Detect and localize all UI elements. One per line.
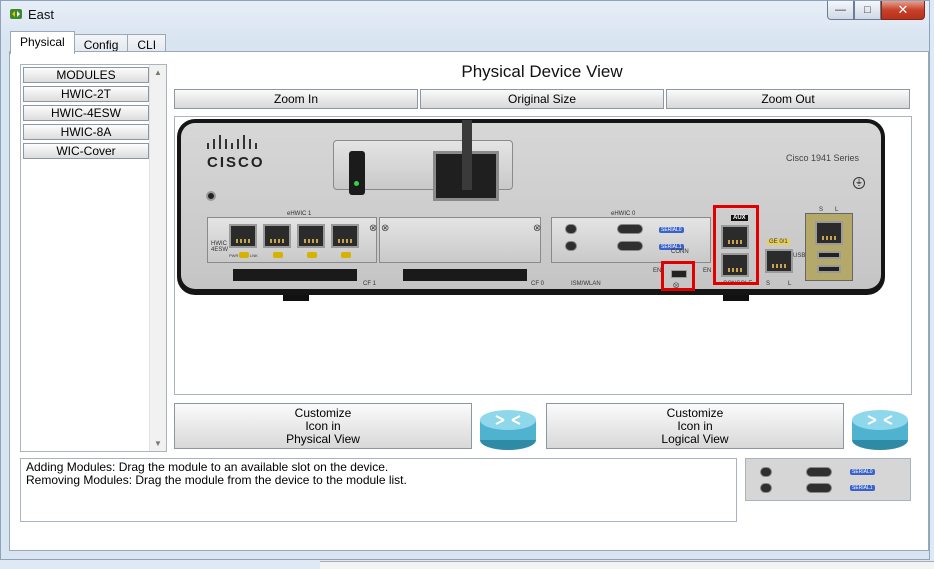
blank-slot-plate <box>379 217 541 263</box>
wic-led-block <box>565 224 577 234</box>
switch-port-4[interactable] <box>331 224 359 248</box>
ge00-port[interactable] <box>815 221 843 245</box>
device-window: East — □ ✕ Physical Config CLI MODULES H… <box>0 0 930 560</box>
highlight-usb-console <box>661 261 695 291</box>
screw-icon: ⊗ <box>369 223 378 234</box>
screw-icon: ⊗ <box>381 223 390 234</box>
l-label-ge00: L <box>835 207 839 213</box>
cf1-label: CF 1 <box>363 281 377 287</box>
module-preview-thumbnail: SERIAL0 SERIAL1 <box>745 458 911 501</box>
preview-serial-port <box>806 483 832 493</box>
info-line-removing: Removing Modules: Drag the module from t… <box>26 473 407 487</box>
minimize-icon: — <box>835 4 846 16</box>
module-hwic-2t[interactable]: HWIC-2T <box>23 86 149 102</box>
conn-label: CONN <box>671 249 689 255</box>
original-size-button[interactable]: Original Size <box>420 89 664 109</box>
wic-led-block <box>565 241 577 251</box>
port-led <box>273 252 283 258</box>
cf0-slot <box>403 269 527 281</box>
led-label-lnk: LNK <box>250 253 258 258</box>
s-label: S <box>766 281 771 287</box>
physical-panel: MODULES HWIC-2T HWIC-4ESW HWIC-8A WIC-Co… <box>9 51 929 551</box>
power-switch-led-icon <box>354 181 359 186</box>
scroll-up-icon[interactable]: ▲ <box>154 68 162 77</box>
serial-port-1[interactable] <box>617 241 643 251</box>
router-physical-icon[interactable] <box>478 402 538 452</box>
router-foot <box>723 295 749 301</box>
customize-logical-button[interactable]: Customize Icon in Logical View <box>546 403 844 449</box>
zoom-in-button[interactable]: Zoom In <box>174 89 418 109</box>
highlight-aux-console <box>713 205 759 285</box>
usb-label: USB <box>793 253 806 259</box>
ehwic0-label: eHWIC 0 <box>611 211 636 217</box>
module-info-box: Adding Modules: Drag the module to an av… <box>20 458 737 522</box>
router-logical-icon[interactable] <box>850 402 910 452</box>
ism-label: ISM/WLAN <box>571 281 601 287</box>
scroll-down-icon[interactable]: ▼ <box>154 439 162 448</box>
module-wic-cover[interactable]: WIC-Cover <box>23 143 149 159</box>
cf0-label: CF 0 <box>531 281 545 287</box>
switch-port-1[interactable] <box>229 224 257 248</box>
serial-port-0[interactable] <box>617 224 643 234</box>
maximize-button[interactable]: □ <box>854 1 881 20</box>
close-icon: ✕ <box>897 2 909 17</box>
ge01-label: GE 0/1 <box>767 239 790 245</box>
usb-port-2[interactable] <box>817 265 841 273</box>
customize-physical-button[interactable]: Customize Icon in Physical View <box>174 403 472 449</box>
window-title: East <box>28 7 55 22</box>
s-label-ge00: S <box>819 207 824 213</box>
port-led <box>239 252 249 258</box>
switch-port-2[interactable] <box>263 224 291 248</box>
preview-led-block <box>760 483 772 493</box>
module-list-scrollbar[interactable]: ▲ ▼ <box>149 65 166 451</box>
module-hwic-8a[interactable]: HWIC-8A <box>23 124 149 140</box>
router-foot <box>283 295 309 301</box>
power-switch[interactable] <box>349 151 365 195</box>
module-list-header: MODULES <box>23 67 149 83</box>
serial0-label: SERIAL0 <box>659 227 684 233</box>
close-button[interactable]: ✕ <box>881 1 925 20</box>
cisco-logo-text: CISCO <box>207 154 265 171</box>
port-led <box>341 252 351 258</box>
router-model: Cisco 1941 Series <box>786 153 860 163</box>
cf1-slot <box>233 269 357 281</box>
preview-serial-port <box>806 467 832 477</box>
power-cable-icon <box>462 120 472 190</box>
preview-serial1-label: SERIAL1 <box>850 485 875 491</box>
preview-led-block <box>760 467 772 477</box>
power-socket <box>433 120 499 201</box>
customize-physical-label: Customize Icon in Physical View <box>286 406 360 446</box>
usb-port-1[interactable] <box>817 251 841 259</box>
packet-tracer-icon <box>10 9 22 19</box>
ehwic1-label: eHWIC 1 <box>287 211 312 217</box>
preview-serial0-label: SERIAL0 <box>850 469 875 475</box>
ground-icon: ⏚ <box>853 177 865 189</box>
maximize-icon: □ <box>864 4 871 16</box>
hwic-4esw-label: HWIC 4ESW <box>211 241 229 253</box>
window-controls: — □ ✕ <box>827 1 925 20</box>
minimize-button[interactable]: — <box>827 1 854 20</box>
ge01-port[interactable] <box>765 249 793 273</box>
router-face: CISCO Cisco 1941 Series ⏚ eHWIC 1 HWIC 4… <box>181 120 881 291</box>
module-list: MODULES HWIC-2T HWIC-4ESW HWIC-8A WIC-Co… <box>20 64 167 452</box>
zoom-out-button[interactable]: Zoom Out <box>666 89 910 109</box>
cisco-bars-icon <box>207 135 257 149</box>
switch-port-3[interactable] <box>297 224 325 248</box>
tab-physical[interactable]: Physical <box>10 31 75 54</box>
view-title: Physical Device View <box>461 62 623 81</box>
background-window-strip <box>320 561 934 569</box>
reset-pinhole-icon <box>206 191 216 201</box>
router-chassis: CISCO Cisco 1941 Series ⏚ eHWIC 1 HWIC 4… <box>177 119 885 295</box>
port-led <box>307 252 317 258</box>
screw-icon: ⊗ <box>533 223 542 234</box>
l-label: L <box>788 281 792 287</box>
led-label-pwr: PWR <box>229 253 239 258</box>
title-bar: East — □ ✕ <box>1 1 929 29</box>
customize-logical-label: Customize Icon in Logical View <box>661 406 729 446</box>
module-hwic-4esw[interactable]: HWIC-4ESW <box>23 105 149 121</box>
en-label-2: EN <box>703 268 712 274</box>
device-view-area: CISCO Cisco 1941 Series ⏚ eHWIC 1 HWIC 4… <box>174 116 912 395</box>
